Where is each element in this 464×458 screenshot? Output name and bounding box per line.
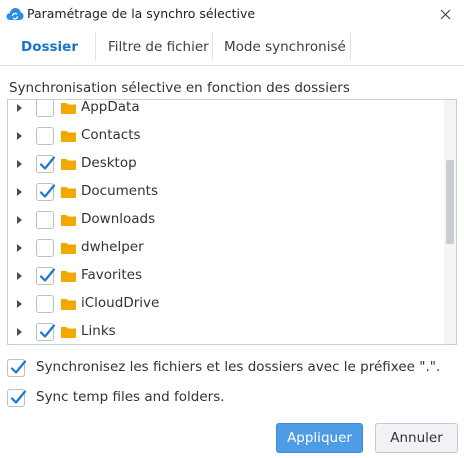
tree-scrollbar[interactable]	[444, 100, 456, 344]
prefix-checkbox[interactable]	[7, 359, 27, 377]
checkmark-icon	[39, 184, 56, 198]
close-icon[interactable]	[440, 9, 451, 20]
folder-label: Documents	[81, 183, 158, 199]
expand-arrow-icon[interactable]	[14, 299, 24, 309]
tab-mode-synchronise[interactable]: Mode synchronisé	[214, 36, 356, 58]
folder-label: iCloudDrive	[81, 295, 160, 311]
close-button[interactable]	[430, 2, 460, 26]
folder-checkbox[interactable]	[36, 127, 54, 145]
folder-checkbox[interactable]	[36, 295, 54, 313]
tree-row[interactable]: Contacts	[8, 122, 440, 150]
folder-checkbox[interactable]	[36, 183, 56, 201]
checkmark-icon	[39, 268, 56, 282]
section-label: Synchronisation sélective en fonction de…	[9, 80, 350, 96]
folder-icon	[61, 159, 76, 170]
folder-icon	[61, 131, 76, 142]
expand-arrow-icon[interactable]	[14, 327, 24, 337]
folder-label: Downloads	[81, 211, 156, 227]
expand-arrow-icon[interactable]	[14, 215, 24, 225]
folder-checkbox[interactable]	[36, 323, 56, 341]
folder-checkbox[interactable]	[36, 239, 54, 257]
apply-button[interactable]: Appliquer	[276, 423, 363, 453]
folder-label: Links	[81, 323, 116, 339]
checkmark-icon	[10, 390, 27, 404]
temp-option-label: Sync temp files and folders.	[36, 389, 225, 405]
folder-icon	[61, 103, 76, 114]
expand-arrow-icon[interactable]	[14, 103, 24, 113]
folder-icon	[61, 187, 76, 198]
folder-label: AppData	[81, 99, 140, 115]
tab-divider	[95, 32, 96, 60]
temp-checkbox[interactable]	[7, 389, 27, 407]
folder-icon	[61, 271, 76, 282]
folder-label: Desktop	[81, 155, 137, 171]
window-title: Paramétrage de la synchro sélective	[27, 6, 256, 21]
folder-label: Contacts	[81, 127, 141, 143]
folder-checkbox[interactable]	[36, 155, 56, 173]
tab-divider	[350, 32, 351, 60]
folder-tree[interactable]: AppData Contacts Desktop Documents Downloads…	[7, 99, 457, 345]
tab-divider	[212, 32, 213, 60]
folder-checkbox[interactable]	[36, 267, 56, 285]
cancel-button[interactable]: Annuler	[375, 423, 458, 453]
tree-row[interactable]: Links	[8, 318, 440, 344]
folder-label: Favorites	[81, 267, 142, 283]
tree-row[interactable]: iCloudDrive	[8, 290, 440, 318]
checkmark-icon	[39, 324, 56, 338]
tree-row[interactable]: Documents	[8, 178, 440, 206]
scrollbar-thumb[interactable]	[446, 160, 454, 244]
tab-dossier[interactable]: Dossier	[11, 36, 88, 58]
tree-row[interactable]: dwhelper	[8, 234, 440, 262]
folder-checkbox[interactable]	[36, 100, 54, 117]
folder-checkbox[interactable]	[36, 211, 54, 229]
title-bar: Paramétrage de la synchro sélective	[0, 0, 464, 28]
folder-icon	[61, 327, 76, 338]
folder-icon	[61, 243, 76, 254]
tab-filtre-de-fichier[interactable]: Filtre de fichier	[98, 36, 219, 58]
tree-row[interactable]: Desktop	[8, 150, 440, 178]
folder-label: dwhelper	[81, 239, 144, 255]
expand-arrow-icon[interactable]	[14, 243, 24, 253]
expand-arrow-icon[interactable]	[14, 159, 24, 169]
tree-row[interactable]: AppData	[8, 99, 440, 122]
expand-arrow-icon[interactable]	[14, 131, 24, 141]
checkmark-icon	[10, 360, 27, 374]
expand-arrow-icon[interactable]	[14, 187, 24, 197]
tab-bar: Dossier Filtre de fichier Mode synchroni…	[0, 28, 464, 66]
cloud-sync-icon	[6, 8, 24, 20]
checkmark-icon	[39, 156, 56, 170]
expand-arrow-icon[interactable]	[14, 271, 24, 281]
folder-icon	[61, 299, 76, 310]
prefix-option-label: Synchronisez les fichiers et les dossier…	[36, 359, 441, 375]
tree-row[interactable]: Favorites	[8, 262, 440, 290]
folder-icon	[61, 215, 76, 226]
tree-row[interactable]: Downloads	[8, 206, 440, 234]
